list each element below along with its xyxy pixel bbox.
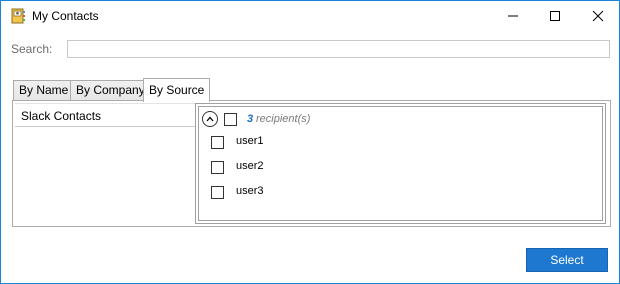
search-label: Search: (11, 42, 53, 56)
tab-by-company[interactable]: By Company (70, 80, 151, 101)
title-bar[interactable]: My Contacts (1, 1, 619, 31)
tab-by-source[interactable]: By Source (143, 78, 211, 102)
select-all-checkbox[interactable] (224, 113, 237, 126)
collapse-group-button[interactable] (202, 111, 218, 127)
user2-checkbox[interactable] (211, 161, 224, 174)
source-item-slack[interactable]: Slack Contacts (21, 109, 101, 123)
source-list: Slack Contacts (15, 103, 196, 224)
close-button[interactable] (575, 1, 620, 31)
chevron-up-icon (206, 116, 214, 122)
close-icon (592, 10, 604, 22)
user3-checkbox[interactable] (211, 186, 224, 199)
contacts-book-icon (10, 8, 26, 24)
select-button[interactable]: Select (526, 248, 608, 272)
minimize-icon (508, 15, 518, 17)
maximize-button[interactable] (532, 1, 578, 31)
maximize-icon (550, 11, 560, 21)
recipients-group: 3 recipient(s) user1 user2 user3 (198, 106, 603, 221)
recipient-count-label: recipient(s) (256, 113, 311, 125)
tab-panel-by-source: Slack Contacts 3 recipient(s) user1 user… (12, 100, 611, 227)
tab-by-name[interactable]: By Name (13, 80, 75, 101)
user-label: user2 (236, 160, 264, 172)
recipient-count: 3 (247, 113, 254, 125)
user1-checkbox[interactable] (211, 136, 224, 149)
user-label: user3 (236, 185, 264, 197)
user-label: user1 (236, 135, 264, 147)
search-input[interactable] (67, 40, 610, 58)
contacts-window: My Contacts Search: By Name By Company B… (0, 0, 620, 284)
window-title: My Contacts (32, 9, 99, 23)
minimize-button[interactable] (490, 1, 536, 31)
source-item-divider (15, 126, 195, 127)
recipients-frame: 3 recipient(s) user1 user2 user3 (195, 103, 606, 224)
